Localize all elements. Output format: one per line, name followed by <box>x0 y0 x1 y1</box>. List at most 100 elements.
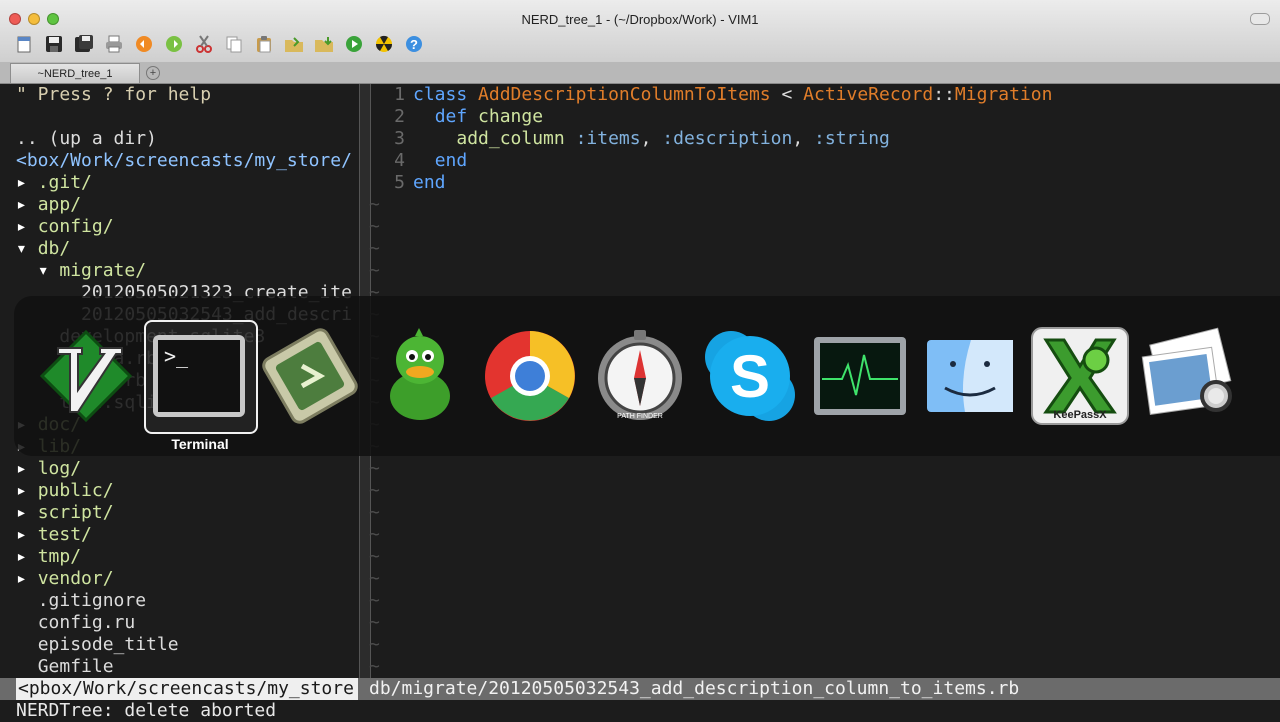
save-all-icon[interactable] <box>72 32 96 56</box>
cut-icon[interactable] <box>192 32 216 56</box>
code-line[interactable]: 4 end <box>369 150 1269 172</box>
build-icon[interactable] <box>372 32 396 56</box>
screenflow-icon[interactable] <box>258 324 362 428</box>
nerdtree-entry[interactable]: ▸ public/ <box>16 480 358 502</box>
toolbar-toggle-button[interactable] <box>1250 13 1270 25</box>
empty-buffer-line: ~ <box>369 194 380 215</box>
preview-icon[interactable] <box>1138 324 1242 428</box>
expanded-arrow-icon: ▾ <box>37 260 49 281</box>
collapsed-arrow-icon: ▸ <box>16 524 27 545</box>
keepassx-icon[interactable]: KeePassX <box>1028 324 1132 428</box>
code-token: def <box>434 106 479 127</box>
nerdtree-entry[interactable]: config.ru <box>16 612 358 634</box>
run-icon[interactable] <box>342 32 366 56</box>
collapsed-arrow-icon: ▸ <box>16 216 27 237</box>
nerdtree-entry[interactable]: episode_title <box>16 634 358 656</box>
code-line[interactable]: 1 class AddDescriptionColumnToItems < Act… <box>369 84 1269 106</box>
print-icon[interactable] <box>102 32 126 56</box>
code-token: < <box>770 84 804 105</box>
adium-duck-icon[interactable] <box>368 324 472 428</box>
nerdtree-entry[interactable]: ▸ tmp/ <box>16 546 358 568</box>
collapsed-arrow-icon: ▸ <box>16 480 27 501</box>
tab-bar: ~NERD_tree_1 + <box>0 62 1280 84</box>
nerdtree-help-line[interactable]: " Press ? for help <box>16 84 358 106</box>
nerdtree-entry[interactable]: ▸ .git/ <box>16 172 358 194</box>
tree-entry-name: vendor/ <box>37 568 114 589</box>
open-icon[interactable] <box>12 32 36 56</box>
svg-text:>_: >_ <box>164 344 189 368</box>
nerdtree-entry[interactable]: ▸ test/ <box>16 524 358 546</box>
save-icon[interactable] <box>42 32 66 56</box>
line-number: 5 <box>394 172 405 193</box>
collapsed-arrow-icon: ▸ <box>16 458 27 479</box>
empty-buffer-line: ~ <box>369 634 380 655</box>
nerdtree-entry[interactable]: ▸ vendor/ <box>16 568 358 590</box>
activity-monitor-icon[interactable] <box>808 324 912 428</box>
nerdtree-up-dir[interactable]: .. (up a dir) <box>16 128 358 150</box>
tree-entry-name: tmp/ <box>37 546 82 567</box>
code-token: AddDescriptionColumnToItems <box>478 84 771 105</box>
tree-entry-name: .git/ <box>37 172 92 193</box>
title-bar: NERD_tree_1 - (~/Dropbox/Work) - VIM1 ? <box>0 0 1280 63</box>
toolbar: ? <box>12 32 426 56</box>
paste-icon[interactable] <box>252 32 276 56</box>
empty-buffer-line: ~ <box>369 480 380 501</box>
code-token: , <box>792 128 815 149</box>
code-line[interactable]: 3 add_column :items, :description, :stri… <box>369 128 1269 150</box>
copy-icon[interactable] <box>222 32 246 56</box>
nerdtree-entry[interactable]: ▾ db/ <box>16 238 358 260</box>
svg-text:?: ? <box>410 37 418 52</box>
status-right: db/migrate/20120505032543_add_descriptio… <box>369 678 1020 699</box>
line-number: 4 <box>394 150 405 171</box>
code-token: Migration <box>954 84 1053 105</box>
undo-icon[interactable] <box>132 32 156 56</box>
code-token: :items <box>575 128 641 149</box>
collapsed-arrow-icon: ▸ <box>16 568 27 589</box>
vim-window: NERD_tree_1 - (~/Dropbox/Work) - VIM1 ? … <box>0 0 1280 721</box>
save-session-icon[interactable] <box>312 32 336 56</box>
code-token: :string <box>814 128 890 149</box>
redo-icon[interactable] <box>162 32 186 56</box>
finder-icon[interactable] <box>918 324 1022 428</box>
nerdtree-entry[interactable]: ▸ script/ <box>16 502 358 524</box>
nerdtree-entry[interactable]: ▸ config/ <box>16 216 358 238</box>
nerdtree-entry[interactable]: ▸ app/ <box>16 194 358 216</box>
tab-nerd-tree[interactable]: ~NERD_tree_1 <box>10 63 140 83</box>
empty-buffer-line: ~ <box>369 260 380 281</box>
vim-icon[interactable] <box>34 324 138 428</box>
chrome-icon[interactable] <box>478 324 582 428</box>
svg-text:S: S <box>730 343 770 410</box>
empty-buffer-line: ~ <box>369 458 380 479</box>
app-switcher: >_ PATH FINDER S KeePassX Terminal <box>14 296 1280 456</box>
nerdtree-entry[interactable]: ▾ migrate/ <box>16 260 358 282</box>
collapsed-arrow-icon: ▸ <box>16 546 27 567</box>
load-session-icon[interactable] <box>282 32 306 56</box>
nerdtree-root[interactable]: <box/Work/screencasts/my_store/ <box>16 150 358 172</box>
tree-entry-name: config.ru <box>37 612 136 633</box>
status-left: <pbox/Work/screencasts/my_store <box>16 678 358 700</box>
nerdtree-entry[interactable]: ▸ log/ <box>16 458 358 480</box>
nerdtree-up-dir-text: .. (up a dir) <box>16 128 157 149</box>
code-token: end <box>434 150 468 171</box>
collapsed-arrow-icon: ▸ <box>16 502 27 523</box>
code-token: ActiveRecord <box>803 84 934 105</box>
nerdtree-entry[interactable]: .gitignore <box>16 590 358 612</box>
empty-buffer-line: ~ <box>369 568 380 589</box>
nerdtree-help-line-text: " Press ? for help <box>16 84 212 105</box>
code-line[interactable]: 5 end <box>369 172 1269 194</box>
tree-entry-name: Gemfile <box>37 656 114 677</box>
skype-icon[interactable]: S <box>698 324 802 428</box>
code-line[interactable]: 2 def change <box>369 106 1269 128</box>
add-tab-button[interactable]: + <box>146 66 160 80</box>
path-finder-icon[interactable]: PATH FINDER <box>588 324 692 428</box>
nerdtree-entry[interactable]: Gemfile <box>16 656 358 678</box>
terminal-icon[interactable]: >_ <box>147 324 251 428</box>
help-icon[interactable]: ? <box>402 32 426 56</box>
